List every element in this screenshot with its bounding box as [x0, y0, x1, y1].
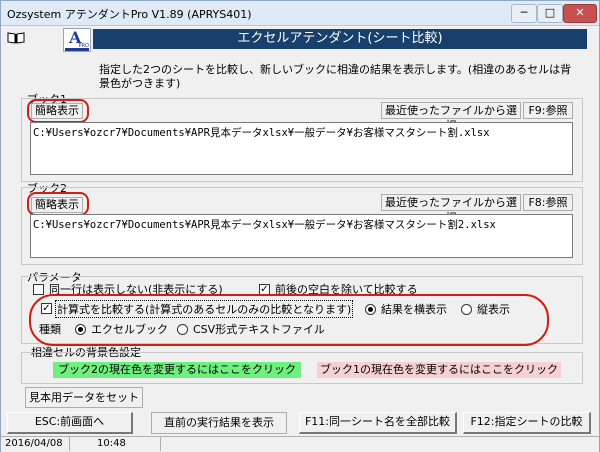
book2-color-swatch[interactable]: ブック2の現在色を変更するにはここをクリック [53, 362, 301, 378]
title-bar: Ozsystem アテンダントPro V1.89 (APRYS401) ─ □ … [1, 1, 599, 26]
book-icon[interactable] [7, 32, 25, 44]
book1-path-field[interactable]: C:¥Users¥ozcr7¥Documents¥APR見本データxlsx¥一般… [30, 122, 573, 175]
sample-data-button[interactable]: 見本用データをセット [25, 387, 143, 408]
page-title: エクセルアテンダント(シート比較) [93, 29, 587, 49]
previous-result-button[interactable]: 直前の実行結果を表示 [151, 412, 287, 434]
highlight-oval [27, 192, 89, 216]
book1-browse-button[interactable]: F9:参照 [523, 102, 573, 119]
book2-browse-button[interactable]: F8:参照 [523, 194, 573, 211]
same-row-hidden-checkbox[interactable] [33, 284, 44, 295]
description-text: 指定した2つのシートを比較し、新しいブックに相違の結果を表示します。(相違のある… [99, 63, 572, 90]
book1-recent-files-button[interactable]: 最近使ったファイルから選択 [381, 102, 521, 132]
status-bar: 2016/04/08 10:48 [1, 436, 599, 452]
status-time: 10:48 [71, 437, 161, 451]
window-title: Ozsystem アテンダントPro V1.89 (APRYS401) [7, 8, 252, 21]
app-logo: A PRO [63, 28, 91, 52]
book2-path-field[interactable]: C:¥Users¥ozcr7¥Documents¥APR見本データxlsx¥一般… [30, 214, 573, 258]
highlight-oval [27, 99, 89, 123]
book1-color-swatch[interactable]: ブック1の現在色を変更するにはここをクリック [317, 362, 561, 378]
close-button[interactable]: ✕ [563, 4, 597, 23]
book2-recent-files-button[interactable]: 最近使ったファイルから選択 [381, 194, 521, 224]
status-date: 2016/04/08 [1, 437, 70, 451]
main-window: Ozsystem アテンダントPro V1.89 (APRYS401) ─ □ … [0, 0, 600, 452]
compare-selected-sheet-button[interactable]: F12:指定シートの比較 [463, 412, 591, 434]
maximize-button[interactable]: □ [537, 4, 563, 23]
compare-all-sheets-button[interactable]: F11:同一シート名を全部比較 [299, 412, 457, 434]
esc-back-button[interactable]: ESC:前画面へ [7, 412, 133, 434]
minimize-button[interactable]: ─ [511, 4, 537, 23]
highlight-oval [29, 294, 549, 346]
